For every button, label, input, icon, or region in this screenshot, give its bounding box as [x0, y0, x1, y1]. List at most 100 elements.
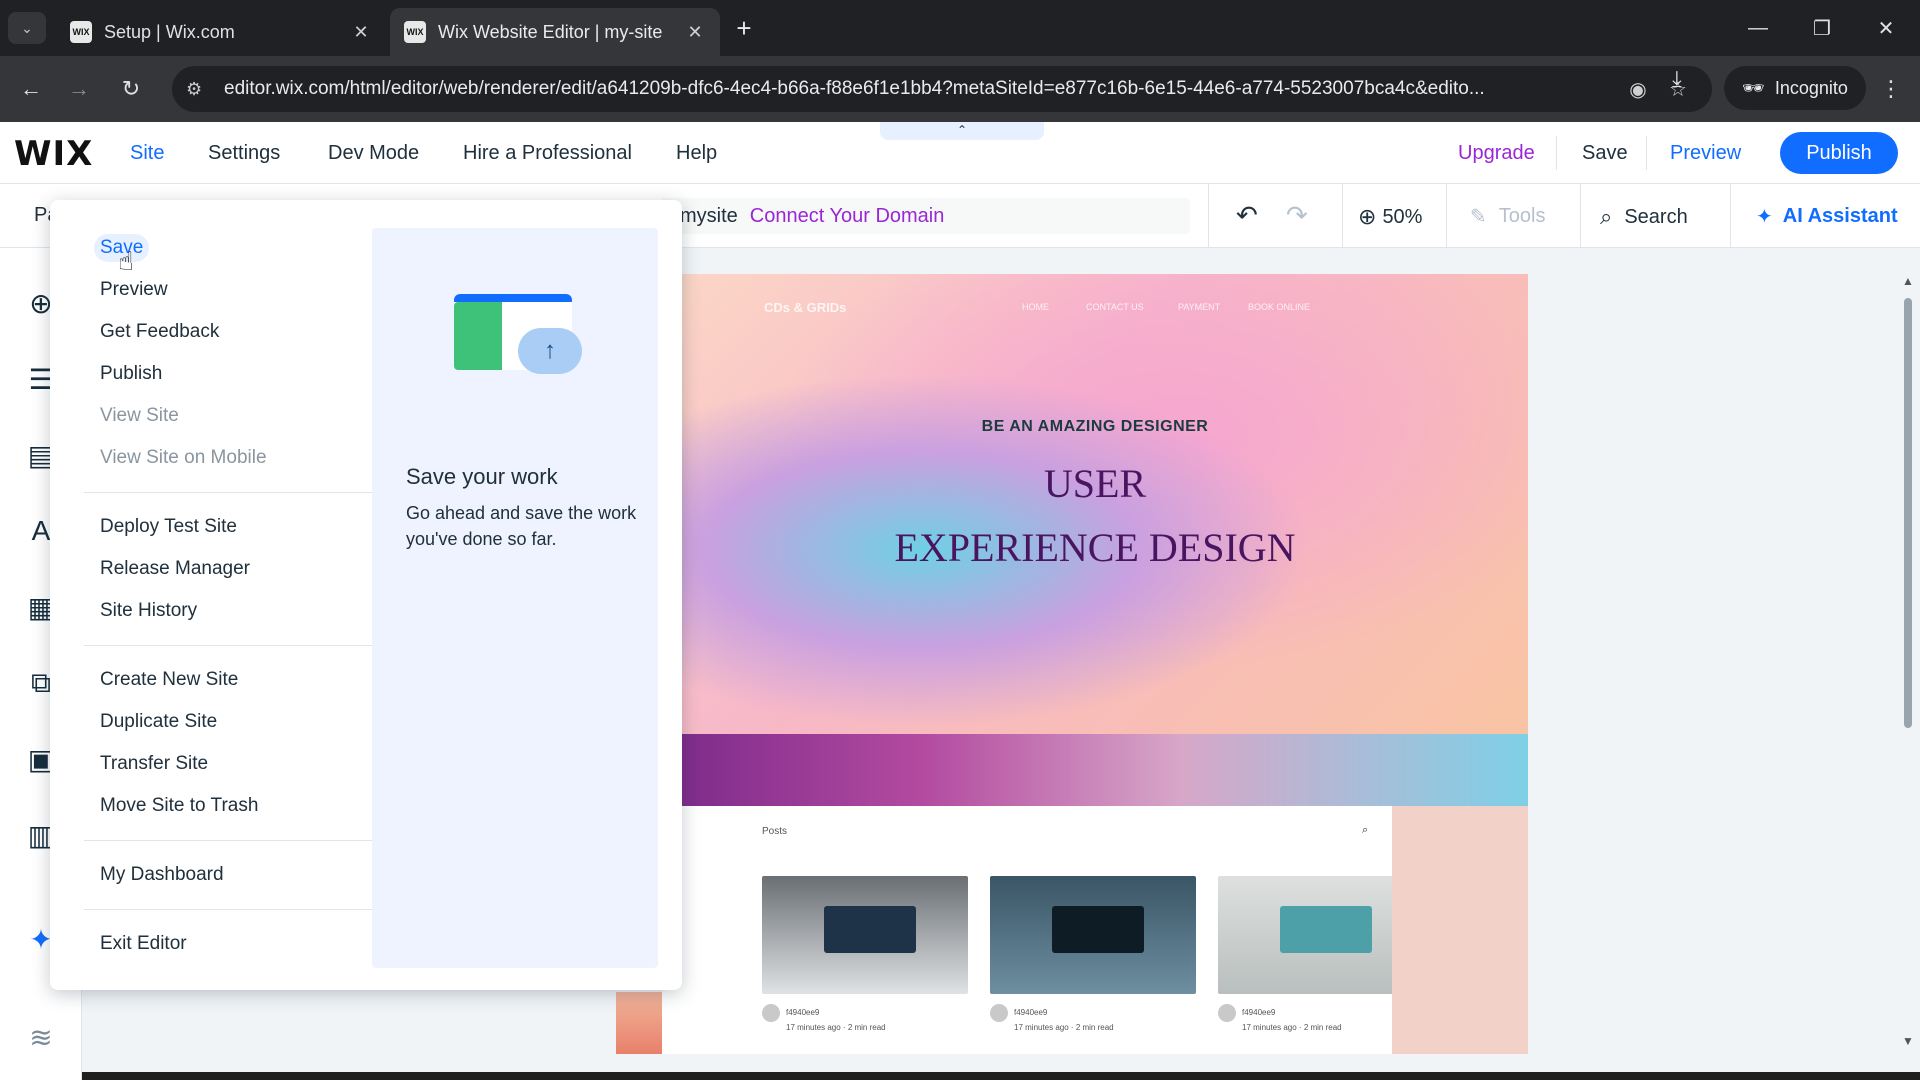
browser-toolbar: ← → ↻ ⚙ editor.wix.com/html/editor/web/r… [0, 56, 1920, 122]
connect-domain-link[interactable]: Connect Your Domain [750, 205, 945, 228]
top-save-button[interactable]: Save [1582, 142, 1628, 165]
hero-headline-line2: EXPERIENCE DESIGN [894, 525, 1296, 570]
divider [1208, 184, 1209, 248]
search-label: Search [1624, 205, 1688, 228]
download-icon[interactable]: ⤓ [1672, 66, 1682, 92]
menu-divider [84, 492, 386, 493]
window-close-icon[interactable]: ✕ [1862, 10, 1910, 46]
posts-search-icon: ⌕ [1362, 824, 1369, 836]
search-icon: ⌕ [1600, 204, 1613, 229]
collapse-chevron-up-icon[interactable]: ⌃ [880, 122, 1044, 140]
site-menu-deploy-test[interactable]: Deploy Test Site [100, 513, 237, 541]
avatar [762, 1004, 780, 1022]
site-menu-view-site-mobile[interactable]: View Site on Mobile [100, 444, 267, 472]
post-thumbnail [990, 876, 1196, 994]
search-button[interactable]: ⌕ Search [1600, 204, 1688, 230]
tools-icon: ✎ [1470, 206, 1487, 228]
post-meta: f4940ee9 17 minutes ago · 2 min read [762, 1004, 886, 1033]
layers-icon[interactable]: ≋ [24, 1020, 58, 1054]
scroll-down-icon[interactable]: ▼ [1902, 1034, 1914, 1048]
site-menu-get-feedback[interactable]: Get Feedback [100, 318, 219, 346]
scroll-up-icon[interactable]: ▲ [1902, 274, 1914, 288]
info-title: Save your work [406, 464, 558, 489]
canvas-scrollbar[interactable]: ▲ ▼ [1900, 274, 1916, 1054]
menu-dev-mode[interactable]: Dev Mode [328, 142, 419, 165]
site-menu-exit-editor[interactable]: Exit Editor [100, 930, 187, 958]
wix-top-bar: WIX ⌃ Site Settings Dev Mode Hire a Prof… [0, 122, 1920, 184]
zoom-value: 50% [1382, 205, 1423, 228]
posts-side-panel [1392, 806, 1528, 1054]
avatar [1218, 1004, 1236, 1022]
new-tab-plus-icon[interactable]: + [728, 12, 760, 44]
site-menu-publish[interactable]: Publish [100, 360, 162, 388]
site-menu-transfer[interactable]: Transfer Site [100, 750, 208, 778]
site-menu-create-new[interactable]: Create New Site [100, 666, 238, 694]
forward-arrow-icon[interactable]: → [60, 70, 98, 108]
menu-settings[interactable]: Settings [208, 142, 280, 165]
menu-info-panel: ↑ Save your work Go ahead and save the w… [372, 228, 658, 968]
post-thumbnail [762, 876, 968, 994]
tab-close-icon[interactable]: ✕ [350, 22, 372, 43]
site-menu-my-dashboard[interactable]: My Dashboard [100, 861, 224, 889]
top-preview-button[interactable]: Preview [1670, 142, 1741, 165]
scrollbar-thumb[interactable] [1904, 298, 1912, 728]
hero-kicker: BE AN AMAZING DESIGNER [981, 418, 1209, 435]
divider [1342, 184, 1343, 248]
tab-close-icon[interactable]: ✕ [684, 22, 706, 43]
info-description: Go ahead and save the work you've done s… [406, 503, 637, 549]
site-menu-preview[interactable]: Preview [100, 276, 168, 304]
laptop-image [823, 905, 917, 953]
wix-logo: WIX [14, 134, 94, 174]
mouse-pointer-hand-icon: ☝ [118, 246, 134, 276]
divider [1556, 136, 1557, 170]
ai-assistant-label: AI Assistant [1782, 205, 1898, 227]
eye-slash-icon[interactable]: ◉ [1618, 77, 1658, 102]
post-meta: f4940ee9 17 minutes ago · 2 min read [990, 1004, 1114, 1033]
tab-search-chevron-icon[interactable]: ⌄ [8, 12, 46, 44]
reload-icon[interactable]: ↻ [112, 70, 150, 108]
upgrade-link[interactable]: Upgrade [1458, 142, 1535, 165]
hero-headline-line1: USER [1043, 461, 1147, 506]
redo-icon[interactable]: ↷ [1286, 200, 1308, 231]
wix-favicon-icon: WIX [70, 21, 92, 43]
phone-image [1051, 905, 1145, 953]
browser-menu-icon[interactable]: ⋮ [1880, 76, 1902, 102]
sparkle-icon: ✦ [1756, 206, 1773, 228]
site-menu-site-history[interactable]: Site History [100, 597, 197, 625]
laptop-image [1279, 905, 1373, 953]
address-bar[interactable]: ⚙ editor.wix.com/html/editor/web/rendere… [172, 66, 1712, 112]
site-menu-move-trash[interactable]: Move Site to Trash [100, 792, 258, 820]
site-nav-book: BOOK ONLINE [1248, 302, 1311, 312]
minimize-icon[interactable]: — [1734, 10, 1782, 46]
site-info-icon[interactable]: ⚙ [186, 79, 216, 100]
ai-assistant-button[interactable]: ✦ AI Assistant [1756, 204, 1898, 229]
browser-tab-editor[interactable]: WIX Wix Website Editor | my-site ✕ [390, 8, 720, 56]
post-meta: f4940ee9 17 minutes ago · 2 min read [1218, 1004, 1342, 1033]
tab-title: Setup | Wix.com [104, 21, 235, 42]
tools-label: Tools [1498, 205, 1546, 227]
site-menu-duplicate[interactable]: Duplicate Site [100, 708, 217, 736]
site-menu-view-site[interactable]: View Site [100, 402, 179, 430]
site-preview[interactable]: CDs & GRIDs HOME CONTACT US PAYMENT BOOK… [662, 274, 1528, 1054]
site-logo-text: CDs & GRIDs [764, 300, 847, 315]
site-name: mysite [680, 204, 738, 227]
back-arrow-icon[interactable]: ← [12, 70, 50, 108]
zoom-control[interactable]: ⊕ 50% [1358, 204, 1422, 230]
hero-section[interactable]: CDs & GRIDs HOME CONTACT US PAYMENT BOOK… [662, 274, 1528, 734]
tools-button[interactable]: ✎ Tools [1470, 204, 1545, 229]
avatar [990, 1004, 1008, 1022]
site-menu-release-manager[interactable]: Release Manager [100, 555, 250, 583]
menu-help[interactable]: Help [676, 142, 717, 165]
undo-icon[interactable]: ↶ [1236, 200, 1258, 231]
menu-hire-professional[interactable]: Hire a Professional [463, 142, 632, 165]
cloud-upload-illustration-icon: ↑ [454, 280, 584, 386]
menu-site[interactable]: Site [130, 142, 164, 165]
browser-tab-setup[interactable]: WIX Setup | Wix.com ✕ [56, 8, 386, 56]
incognito-indicator[interactable]: 🕶 Incognito [1724, 66, 1866, 110]
url-text[interactable]: editor.wix.com/html/editor/web/renderer/… [224, 78, 1618, 100]
wix-favicon-icon: WIX [404, 21, 426, 43]
restore-icon[interactable]: ❐ [1798, 10, 1846, 46]
decorative-shape [616, 992, 662, 1054]
publish-button[interactable]: Publish [1780, 132, 1898, 174]
site-nav-payment: PAYMENT [1178, 302, 1221, 312]
